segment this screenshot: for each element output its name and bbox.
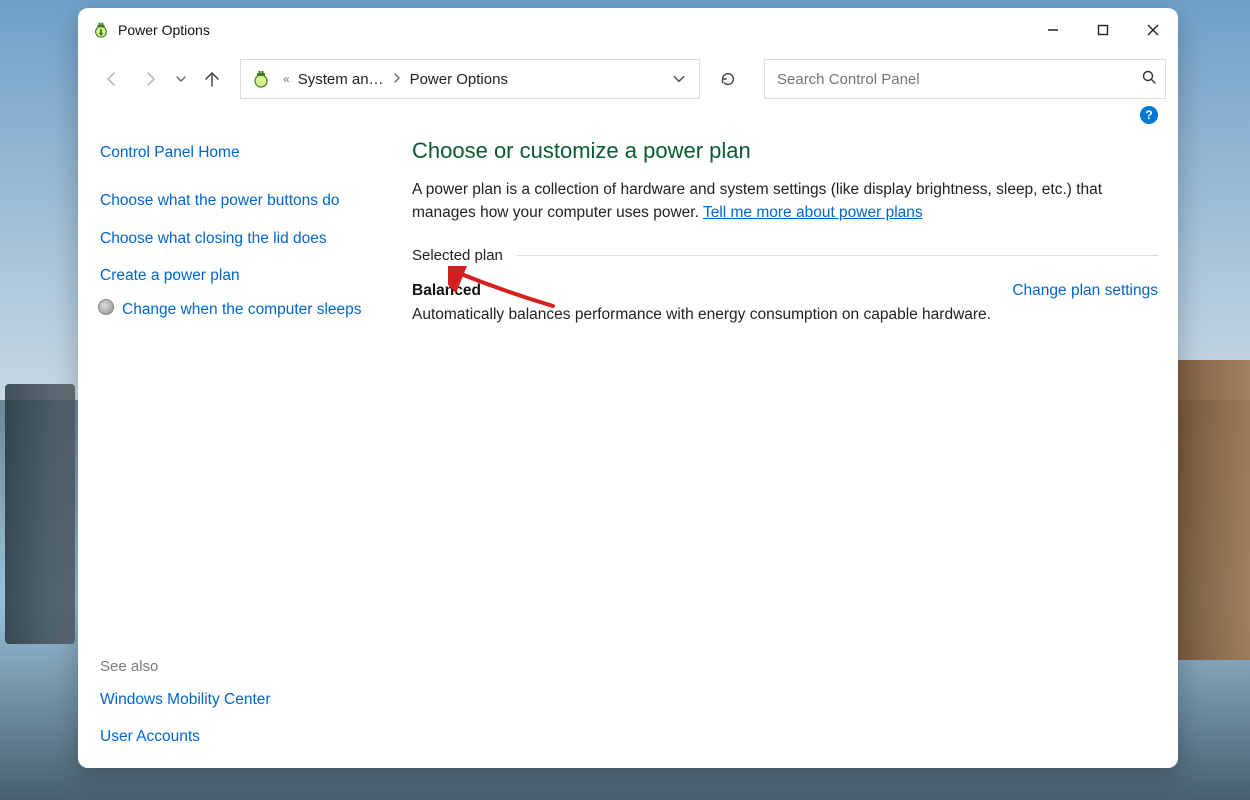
page-description: A power plan is a collection of hardware… — [412, 178, 1158, 225]
sidebar-link-home[interactable]: Control Panel Home — [98, 138, 388, 182]
window-title: Power Options — [118, 22, 1028, 38]
power-options-icon — [92, 21, 110, 39]
page-heading: Choose or customize a power plan — [412, 138, 1158, 164]
power-options-icon — [251, 69, 271, 89]
breadcrumb-item[interactable]: System an… — [298, 71, 384, 88]
titlebar: Power Options — [78, 8, 1178, 52]
main-content: Choose or customize a power plan A power… — [412, 132, 1158, 756]
control-panel-window: Power Options — [78, 8, 1178, 768]
sidebar: Control Panel Home Choose what the power… — [98, 132, 388, 756]
plan-name: Balanced — [412, 282, 481, 300]
refresh-button[interactable] — [708, 59, 748, 99]
search-input[interactable] — [777, 71, 1141, 88]
search-box[interactable] — [764, 59, 1166, 99]
help-button[interactable]: ? — [1140, 106, 1158, 124]
sidebar-link-close-lid[interactable]: Choose what closing the lid does — [98, 220, 388, 258]
sleep-icon — [98, 299, 114, 315]
breadcrumb-item[interactable]: Power Options — [410, 71, 508, 88]
minimize-button[interactable] — [1028, 8, 1078, 52]
plan-description: Automatically balances performance with … — [412, 306, 1158, 324]
nav-row: « System an… Power Options — [78, 52, 1178, 110]
change-plan-settings-link[interactable]: Change plan settings — [1012, 282, 1158, 300]
divider — [517, 255, 1158, 256]
more-info-link[interactable]: Tell me more about power plans — [703, 204, 923, 221]
see-also-label: See also — [98, 652, 388, 681]
recent-dropdown-button[interactable] — [172, 63, 190, 95]
address-bar[interactable]: « System an… Power Options — [240, 59, 700, 99]
search-icon[interactable] — [1141, 69, 1157, 90]
breadcrumb-prefix[interactable]: « — [279, 72, 294, 86]
sidebar-link-user-accounts[interactable]: User Accounts — [98, 718, 388, 756]
address-dropdown-button[interactable] — [665, 72, 693, 86]
maximize-button[interactable] — [1078, 8, 1128, 52]
sidebar-link-sleep[interactable]: Change when the computer sleeps — [122, 295, 362, 325]
up-button[interactable] — [196, 63, 228, 95]
back-button[interactable] — [96, 63, 128, 95]
chevron-right-icon[interactable] — [388, 72, 406, 86]
sidebar-link-create-plan[interactable]: Create a power plan — [98, 257, 388, 295]
sidebar-link-mobility-center[interactable]: Windows Mobility Center — [98, 681, 388, 719]
sidebar-link-power-buttons[interactable]: Choose what the power buttons do — [98, 182, 388, 220]
forward-button[interactable] — [134, 63, 166, 95]
section-label: Selected plan — [412, 247, 503, 264]
close-button[interactable] — [1128, 8, 1178, 52]
